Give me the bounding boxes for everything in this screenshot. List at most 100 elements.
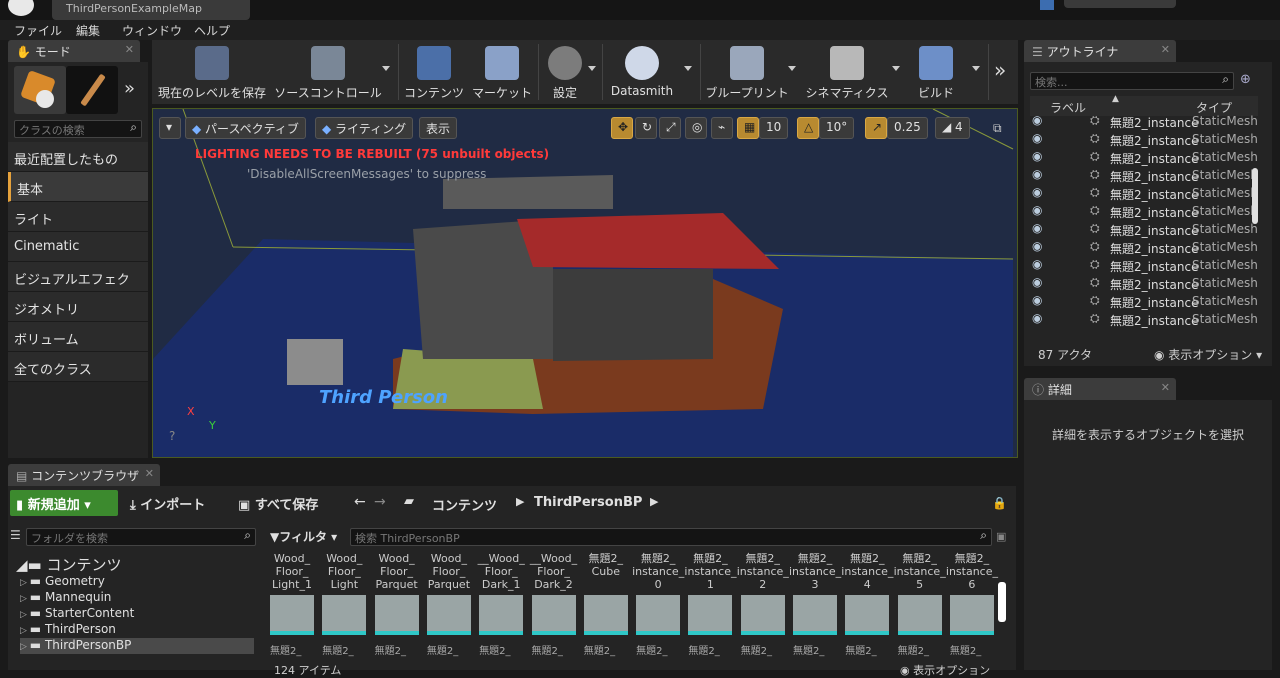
breadcrumb-content[interactable]: コンテンツ [432, 495, 497, 514]
close-icon[interactable]: ✕ [125, 43, 134, 56]
expand-arrow-icon[interactable]: ▷ [20, 642, 30, 652]
class-search-input[interactable]: クラスの検索 ⌕ [14, 120, 142, 138]
marketplace-button[interactable]: マーケット [470, 40, 534, 104]
outliner-tab[interactable]: ☰ アウトライナ ✕ [1024, 40, 1176, 62]
save-level-button[interactable]: 現在のレベルを保存 [156, 40, 268, 104]
folder-item[interactable]: ▷ ▬ ThirdPerson [20, 622, 116, 638]
rotation-snap-value[interactable]: 10° [819, 117, 855, 139]
category-geometry[interactable]: ジオメトリ [8, 292, 148, 322]
outliner-view-options[interactable]: ◉ 表示オプション ▾ [1154, 346, 1262, 363]
outliner-row[interactable]: ◉ ⛭ 無題2_instance StaticMesh [1030, 220, 1258, 238]
rotate-tool-icon[interactable]: ↻ [635, 117, 657, 139]
asset-tile[interactable]: 無題2_ instance_ 3 無題2_ [789, 552, 841, 672]
toggle-sources-icon[interactable]: ☰ [10, 528, 24, 544]
category-volumes[interactable]: ボリューム [8, 322, 148, 352]
surface-snap-icon[interactable]: ⌁ [711, 117, 733, 139]
visibility-eye-icon[interactable]: ◉ [1032, 221, 1042, 235]
back-arrow-icon[interactable]: ← [354, 494, 366, 510]
asset-tile[interactable]: Wood_ Floor_ Light 無題2_ [322, 552, 367, 672]
settings-dropdown-icon[interactable] [588, 66, 596, 71]
outliner-scrollbar[interactable] [1252, 168, 1258, 224]
folder-item[interactable]: ▷ ▬ ThirdPersonBP [20, 638, 254, 654]
scale-snap-icon[interactable]: ↗ [865, 117, 887, 139]
rotation-snap-icon[interactable]: △ [797, 117, 819, 139]
modes-tab[interactable]: ✋ モード ✕ [8, 40, 140, 62]
expand-arrow-icon[interactable]: ▷ [20, 610, 30, 620]
visibility-eye-icon[interactable]: ◉ [1032, 311, 1042, 325]
menu-help[interactable]: ヘルプ [194, 22, 230, 39]
outliner-row[interactable]: ◉ ⛭ 無題2_instance StaticMesh [1030, 184, 1258, 202]
cinematics-button[interactable]: シネマティクス [802, 40, 892, 104]
source-control-button[interactable]: ソースコントロール [272, 40, 384, 104]
menu-edit[interactable]: 編集 [76, 22, 100, 39]
folder-item[interactable]: ▷ ▬ Geometry [20, 574, 105, 590]
blueprints-button[interactable]: ブループリント [704, 40, 790, 104]
lighting-button[interactable]: ◆ ライティング [315, 117, 414, 139]
category-cinematic[interactable]: Cinematic [8, 232, 148, 262]
visibility-eye-icon[interactable]: ◉ [1032, 167, 1042, 181]
asset-tile[interactable]: 無題2_ instance_ 5 無題2_ [894, 552, 946, 672]
maximize-viewport-icon[interactable]: ⧉ [993, 121, 1002, 136]
content-view-options[interactable]: ◉ 表示オプション [900, 662, 990, 678]
outliner-row[interactable]: ◉ ⛭ 無題2_instance StaticMesh [1030, 292, 1258, 310]
datasmith-button[interactable]: Datasmith [606, 40, 678, 104]
details-tab[interactable]: ⓘ 詳細 ✕ [1024, 378, 1176, 400]
folder-root-content[interactable]: ◢▬ コンテンツ [16, 554, 122, 574]
category-recent[interactable]: 最近配置したもの [8, 142, 148, 172]
outliner-row[interactable]: ◉ ⛭ 無題2_instance StaticMesh [1030, 148, 1258, 166]
close-icon[interactable]: ✕ [145, 467, 154, 480]
visibility-eye-icon[interactable]: ◉ [1032, 257, 1042, 271]
source-control-dropdown-icon[interactable] [382, 66, 390, 71]
camera-speed-button[interactable]: ◢ 4 [935, 117, 970, 139]
cinematics-dropdown-icon[interactable] [892, 66, 900, 71]
viewport-options-dropdown[interactable]: ▾ [159, 117, 181, 139]
import-button[interactable]: ⤓ インポート [130, 494, 205, 513]
toolbar-overflow-icon[interactable]: » [994, 58, 1006, 82]
asset-tile[interactable]: Wood_ Floor_ Parquet 無題2_ [374, 552, 419, 672]
build-button[interactable]: ビルド [908, 40, 964, 104]
visibility-eye-icon[interactable]: ◉ [1032, 293, 1042, 307]
world-local-icon[interactable]: ◎ [685, 117, 707, 139]
visibility-eye-icon[interactable]: ◉ [1032, 185, 1042, 199]
outliner-row[interactable]: ◉ ⛭ 無題2_instance StaticMesh [1030, 130, 1258, 148]
outliner-row[interactable]: ◉ ⛭ 無題2_instance StaticMesh [1030, 166, 1258, 184]
visibility-eye-icon[interactable]: ◉ [1032, 275, 1042, 289]
outliner-search-input[interactable]: 検索... ⌕ [1030, 72, 1234, 90]
datasmith-dropdown-icon[interactable] [684, 66, 692, 71]
close-icon[interactable]: ✕ [1161, 43, 1170, 56]
project-tab[interactable] [1064, 0, 1176, 8]
asset-tile[interactable]: __Wood_ Floor_ Dark_2 無題2_ [530, 552, 577, 672]
perspective-button[interactable]: ◆ パースペクティブ [185, 117, 306, 139]
add-new-button[interactable]: ▮ 新規追加 ▾ [10, 490, 118, 516]
forward-arrow-icon[interactable]: → [374, 494, 386, 510]
asset-tile[interactable]: 無題2_ instance_ 4 無題2_ [841, 552, 893, 672]
asset-tile[interactable]: 無題2_ instance_ 1 無題2_ [684, 552, 736, 672]
asset-tile[interactable]: 無題2_ instance_ 2 無題2_ [737, 552, 789, 672]
asset-tile[interactable]: 無題2_ instance_ 6 無題2_ [946, 552, 998, 672]
asset-search-input[interactable]: 検索 ThirdPersonBP ⌕ [350, 528, 992, 546]
breadcrumb-next-icon[interactable]: ▶ [650, 495, 658, 508]
save-search-icon[interactable]: ▣ [996, 530, 1006, 543]
notification-icon[interactable] [1040, 0, 1054, 10]
outliner-row[interactable]: ◉ ⛭ 無題2_instance StaticMesh [1030, 202, 1258, 220]
asset-tile[interactable]: Wood_ Floor_ Parquet 無題2_ [426, 552, 471, 672]
asset-scrollbar[interactable] [998, 582, 1006, 622]
breadcrumb-separator-icon[interactable]: ▶ [516, 495, 524, 508]
expand-arrow-icon[interactable]: ▷ [20, 626, 30, 636]
help-icon[interactable]: ? [169, 429, 175, 443]
expand-chevron-icon[interactable]: » [124, 78, 135, 99]
visibility-eye-icon[interactable]: ◉ [1032, 131, 1042, 145]
visibility-eye-icon[interactable]: ◉ [1032, 239, 1042, 253]
translate-tool-icon[interactable]: ✥ [611, 117, 633, 139]
folder-item[interactable]: ▷ ▬ Mannequin [20, 590, 111, 606]
save-all-button[interactable]: ▣ すべて保存 [238, 494, 318, 513]
expand-arrow-icon[interactable]: ▷ [20, 594, 30, 604]
folder-search-input[interactable]: フォルダを検索 ⌕ [26, 528, 256, 546]
category-visual-effects[interactable]: ビジュアルエフェクト [8, 262, 148, 307]
settings-button[interactable]: 設定 [542, 40, 588, 104]
asset-tile[interactable]: Wood_ Floor_ Light_1 無題2_ [270, 552, 314, 672]
breadcrumb-thirdpersonbp[interactable]: ThirdPersonBP [534, 495, 642, 510]
outliner-row[interactable]: ◉ ⛭ 無題2_instance StaticMesh [1030, 310, 1258, 328]
place-mode-button[interactable] [14, 66, 66, 114]
grid-snap-value[interactable]: 10 [759, 117, 789, 139]
